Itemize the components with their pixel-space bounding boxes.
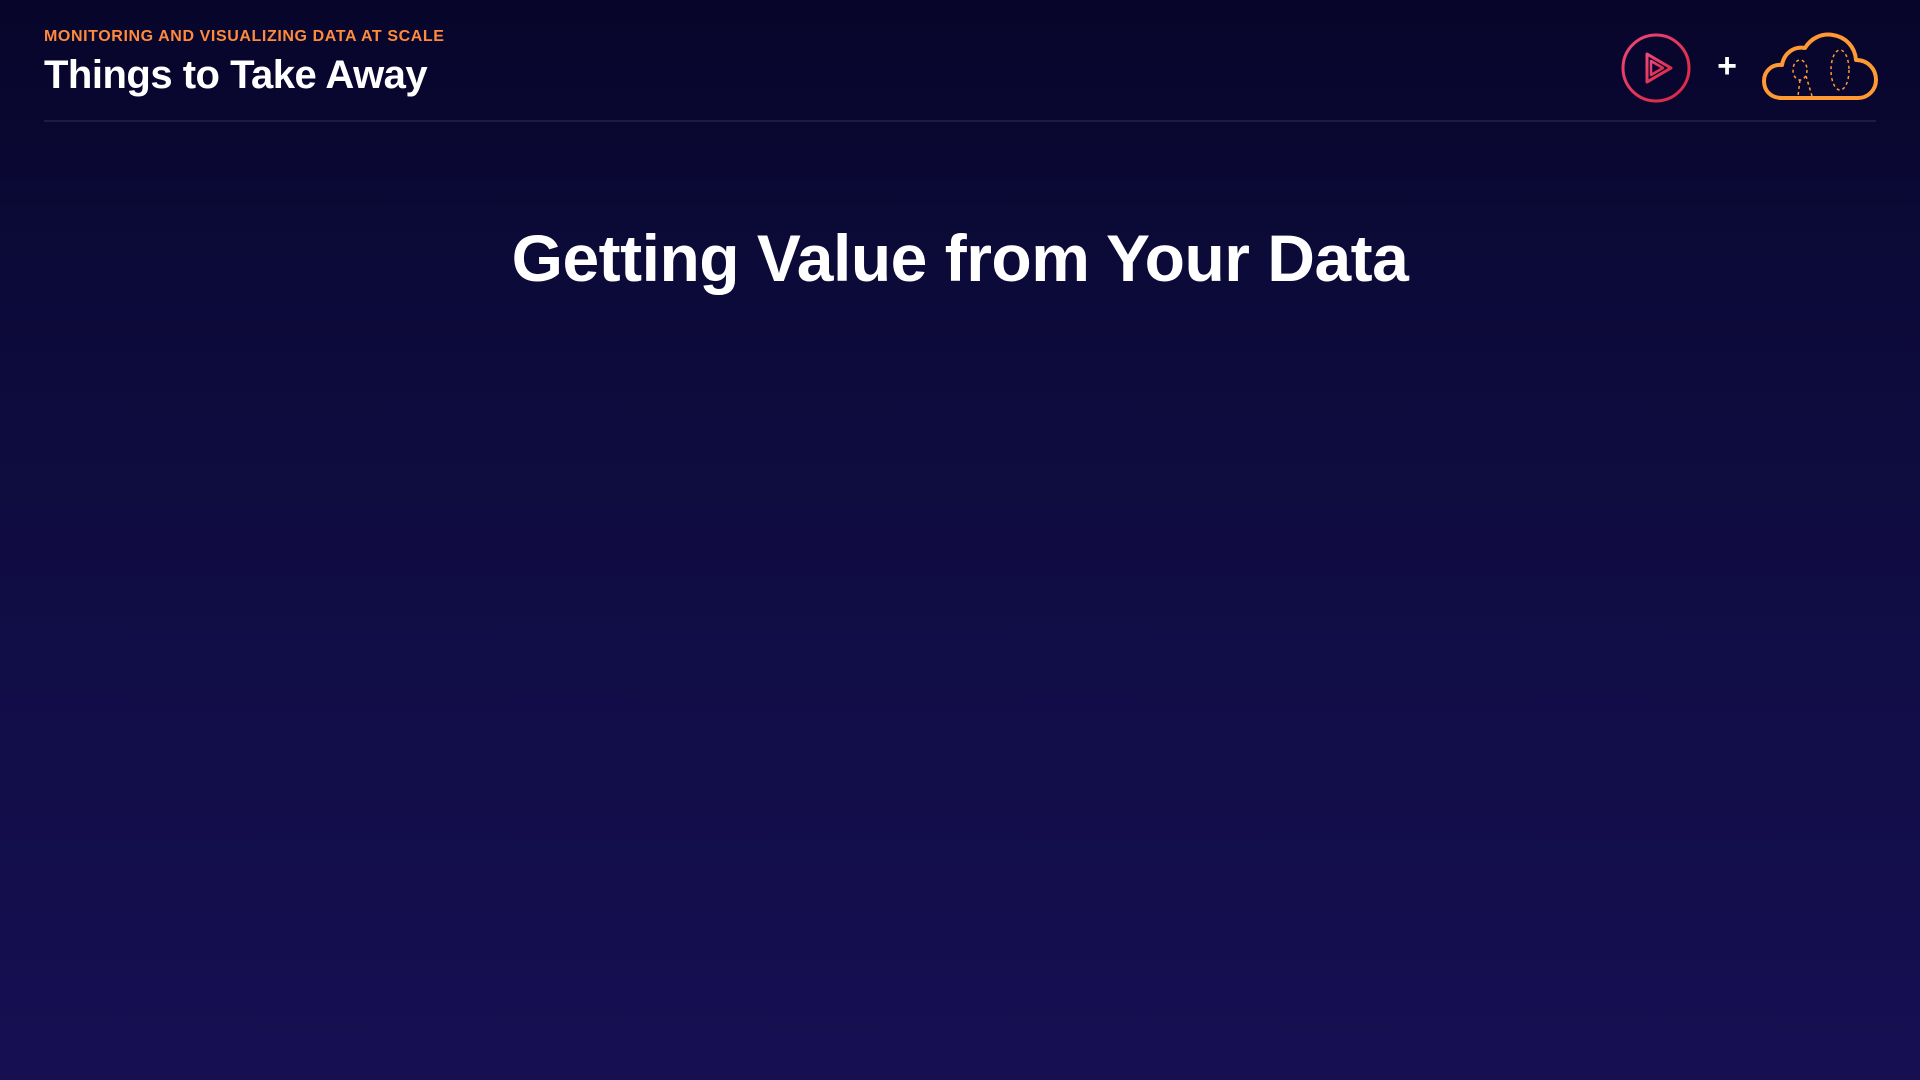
header-divider (44, 120, 1876, 122)
cloud-icon (1762, 32, 1878, 100)
slide-title: Things to Take Away (44, 53, 428, 97)
slide-header: MONITORING AND VISUALIZING DATA AT SCALE… (44, 28, 445, 98)
plus-icon: + (1717, 47, 1737, 85)
logo-group: + (1620, 30, 1880, 110)
main-heading: Getting Value from Your Data (511, 221, 1409, 295)
slide: MONITORING AND VISUALIZING DATA AT SCALE… (0, 0, 1920, 1080)
course-title: MONITORING AND VISUALIZING DATA AT SCALE (44, 28, 445, 45)
play-circle-icon (1621, 33, 1691, 103)
